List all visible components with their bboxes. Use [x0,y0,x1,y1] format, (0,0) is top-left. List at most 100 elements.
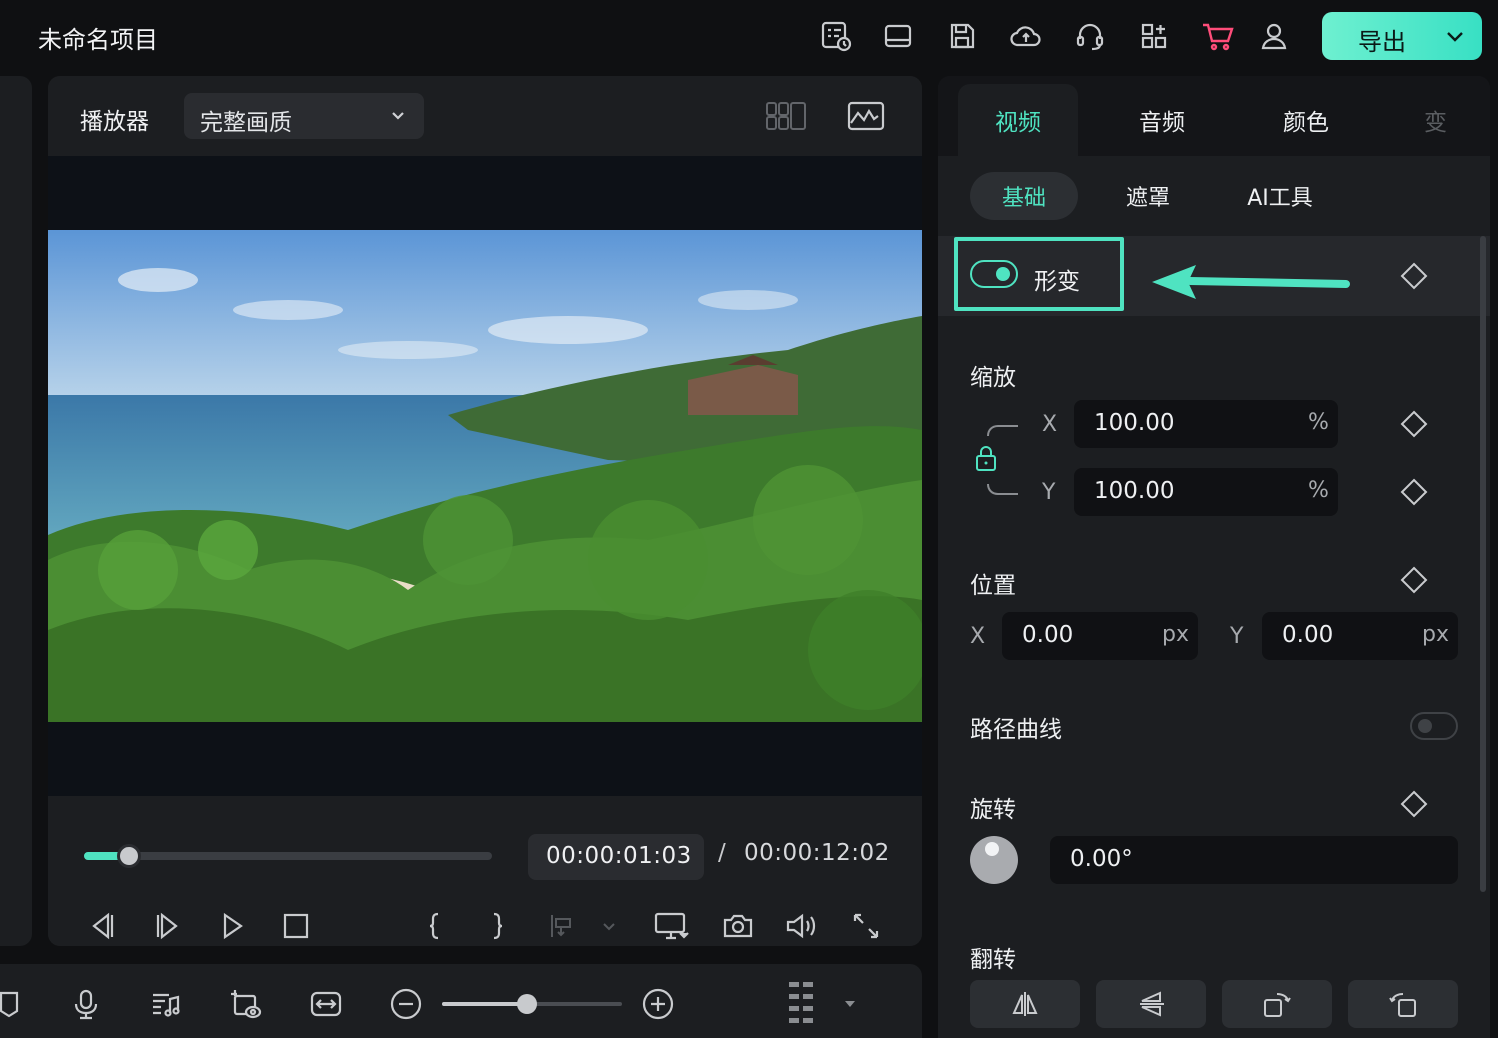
position-x-input[interactable]: 0.00 px [1002,612,1198,660]
marker-icon[interactable] [0,984,30,1024]
zoom-in-icon[interactable] [638,984,678,1024]
tab-video[interactable]: 视频 [958,84,1078,156]
track-height-icon[interactable] [782,976,822,1032]
mark-in-icon[interactable] [414,906,454,946]
keyframe-diamond-icon[interactable] [1398,408,1430,440]
rotation-value: 0.00° [1070,846,1133,872]
player-header: 播放器 完整画质 [48,76,922,156]
progress-track[interactable] [84,852,492,860]
subtab-basic[interactable]: 基础 [970,172,1078,220]
transform-label: 形变 [1034,269,1080,295]
flip-vertical-button[interactable] [1096,980,1206,1028]
scale-x-unit: % [1308,410,1329,435]
zoom-out-icon[interactable] [386,984,426,1024]
current-time: 00:00:01:03 [546,843,692,869]
layout-icon[interactable] [878,16,918,56]
total-time: 00:00:12:02 [744,840,890,866]
waveform-monitor-icon[interactable] [844,96,888,136]
cart-icon[interactable] [1198,16,1238,56]
scale-y-axis-label: Y [1042,480,1056,505]
scale-y-value: 100.00 [1094,478,1175,504]
player-label: 播放器 [80,109,149,135]
current-time-field[interactable]: 00:00:01:03 [528,834,704,880]
project-title[interactable]: 未命名项目 [38,20,158,55]
transform-toggle[interactable] [970,260,1018,288]
position-y-unit: px [1422,622,1449,647]
step-forward-frame-icon[interactable] [148,906,188,946]
save-icon[interactable] [942,16,982,56]
position-y-value: 0.00 [1282,622,1334,648]
grid-view-icon[interactable] [764,96,808,136]
fit-width-icon[interactable] [306,984,346,1024]
audio-list-icon[interactable] [146,984,186,1024]
path-curve-label: 路径曲线 [970,717,1062,743]
toggle-knob [996,267,1010,281]
scale-y-input[interactable]: 100.00 % [1074,468,1338,516]
playback-controls: 00:00:01:03 / 00:00:12:02 [48,796,922,946]
fullscreen-icon[interactable] [846,906,886,946]
position-y-axis-label: Y [1230,624,1244,649]
time-separator: / [718,840,726,866]
step-back-frame-icon[interactable] [82,906,122,946]
position-x-axis-label: X [970,624,986,649]
timeline-toolbar [0,964,922,1038]
task-list-icon[interactable] [816,16,856,56]
scale-x-axis-label: X [1042,412,1058,437]
stop-icon[interactable] [276,906,316,946]
flip-label: 翻转 [970,947,1016,973]
export-label: 导出 [1358,28,1406,56]
headset-support-icon[interactable] [1070,16,1110,56]
scale-y-unit: % [1308,478,1329,503]
export-button[interactable]: 导出 [1322,12,1482,60]
subtab-ai-tools[interactable]: AI工具 [1228,172,1332,220]
position-x-unit: px [1162,622,1189,647]
keyframe-diamond-icon[interactable] [1398,260,1430,292]
position-y-input[interactable]: 0.00 px [1262,612,1458,660]
keyframe-diamond-icon[interactable] [1398,564,1430,596]
microphone-icon[interactable] [66,984,106,1024]
video-preview-image[interactable] [48,230,922,722]
flip-horizontal-button[interactable] [970,980,1080,1028]
quality-value: 完整画质 [200,110,292,136]
user-icon[interactable] [1254,16,1294,56]
clip-preview-icon[interactable] [226,984,266,1024]
rotation-input[interactable]: 0.00° [1050,836,1458,884]
tab-color[interactable]: 颜色 [1246,84,1366,156]
chevron-down-icon[interactable] [1442,24,1468,48]
scale-label: 缩放 [970,365,1016,391]
insert-clip-icon [542,906,582,946]
toggle-knob [1418,719,1432,733]
chevron-down-icon [388,105,408,125]
mark-out-icon[interactable] [478,906,518,946]
properties-panel: 视频 音频 颜色 变 基础 遮罩 AI工具 形变 缩放 X 100.00 % Y… [938,76,1490,1038]
caret-down-icon[interactable] [836,984,864,1024]
lock-ratio-icon[interactable] [972,420,1022,500]
player-panel: 播放器 完整画质 00:00:01:03 / 00:00:12:02 [48,76,922,946]
keyframe-diamond-icon[interactable] [1398,476,1430,508]
quality-select[interactable]: 完整画质 [184,93,424,139]
scrollbar[interactable] [1480,236,1486,892]
zoom-slider-fill [442,1002,527,1006]
path-curve-toggle[interactable] [1410,712,1458,740]
tab-audio[interactable]: 音频 [1102,84,1222,156]
rotate-right-button[interactable] [1222,980,1332,1028]
property-tabs: 视频 音频 颜色 变 [938,76,1490,156]
display-settings-icon[interactable] [652,906,692,946]
scale-x-input[interactable]: 100.00 % [1074,400,1338,448]
cloud-upload-icon[interactable] [1006,16,1046,56]
chevron-down-icon [594,906,624,946]
apps-grid-icon[interactable] [1134,16,1174,56]
zoom-slider-handle[interactable] [516,994,537,1014]
subtab-mask[interactable]: 遮罩 [1108,172,1188,220]
rotation-dial-indicator [985,842,999,856]
keyframe-diamond-icon[interactable] [1398,788,1430,820]
tab-speed-clipped[interactable]: 变 [1390,84,1490,156]
position-label: 位置 [970,573,1016,599]
snapshot-camera-icon[interactable] [718,906,758,946]
play-icon[interactable] [212,906,252,946]
position-x-value: 0.00 [1022,622,1074,648]
rotate-left-button[interactable] [1348,980,1458,1028]
progress-handle[interactable] [116,844,141,868]
rotation-dial[interactable] [970,836,1018,884]
volume-icon[interactable] [782,906,822,946]
